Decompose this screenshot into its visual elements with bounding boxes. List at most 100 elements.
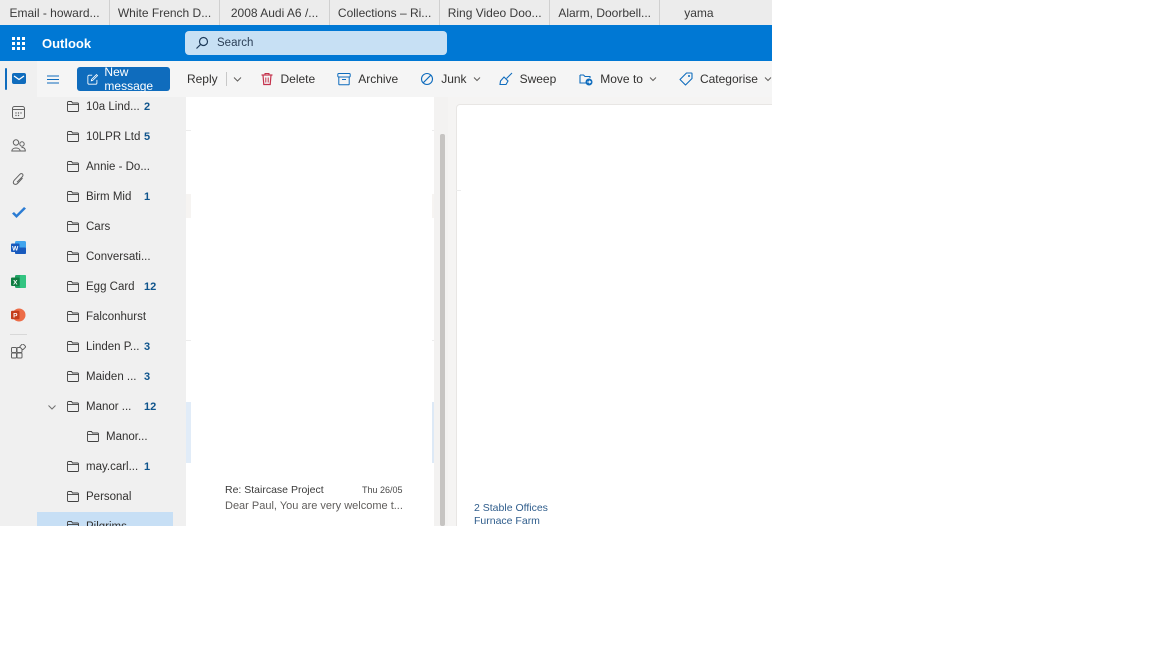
folder-icon (67, 161, 79, 172)
folder-item[interactable]: Conversati... (37, 242, 173, 272)
waffle-icon (11, 36, 25, 50)
message-body: 2 Stable Offices Furnace Farm Furnace La… (456, 104, 772, 526)
browser-tab[interactable]: yama (660, 0, 772, 25)
folder-name: Pilgrims (86, 521, 127, 526)
browser-tab[interactable]: Alarm, Doorbell... (550, 0, 661, 25)
sweep-button[interactable]: Sweep (498, 67, 557, 91)
folder-item[interactable]: Personal (37, 482, 173, 512)
folder-item[interactable]: 10LPR Ltd 5 (37, 122, 173, 152)
rail-mail[interactable] (0, 64, 37, 92)
svg-text:X: X (13, 279, 18, 286)
divider (186, 340, 191, 341)
junk-button[interactable]: Junk (420, 67, 480, 91)
people-icon (11, 138, 26, 151)
split-divider (225, 72, 227, 86)
folder-name: Personal (86, 491, 132, 503)
junk-label: Junk (441, 72, 467, 86)
reply-button[interactable]: Reply (187, 67, 218, 91)
folder-item[interactable]: may.carl... 1 (37, 452, 173, 482)
rail-calendar[interactable] (0, 98, 37, 126)
browser-tab-bar: Email - howard... White French D... 2008… (0, 0, 772, 26)
folder-item[interactable]: Annie - Do... (37, 152, 173, 182)
browser-tab[interactable]: 2008 Audi A6 /... (220, 0, 331, 25)
broom-icon (498, 72, 512, 86)
archive-label: Archive (358, 72, 399, 86)
unread-count: 2 (144, 101, 151, 113)
scrollbar-thumb[interactable] (440, 134, 445, 526)
folder-icon (87, 431, 99, 442)
app-header: Outlook Search (0, 25, 772, 61)
folder-icon (67, 371, 79, 382)
delete-label: Delete (280, 72, 316, 86)
chevron-down-icon (473, 77, 480, 82)
folder-icon (67, 191, 79, 202)
sweep-label: Sweep (519, 72, 557, 86)
folder-name: Manor ... (86, 401, 132, 413)
message-list-item[interactable]: Re: Staircase Project Thu 26/05 Dear Pau… (186, 481, 432, 521)
folder-name: 10a Lind... (86, 101, 140, 113)
app-rail: W X P (0, 61, 38, 526)
folder-name: Manor... (106, 431, 148, 443)
folder-item[interactable]: Cars (37, 212, 173, 242)
rail-files[interactable] (0, 165, 37, 193)
divider (186, 130, 191, 131)
message-list: Re: Staircase Project Thu 26/05 Dear Pau… (186, 97, 448, 526)
reading-pane: 2 Stable Offices Furnace Farm Furnace La… (448, 97, 772, 526)
folder-icon (67, 521, 79, 526)
rail-todo[interactable] (0, 199, 37, 227)
chevron-down-icon (764, 77, 772, 82)
folder-icon (67, 461, 79, 472)
rail-powerpoint[interactable]: P (0, 301, 37, 329)
folder-pane: 10a Lind... 2 10LPR Ltd 5 Annie - Do... Birm … (37, 97, 186, 526)
browser-tab[interactable]: White French D... (110, 0, 221, 25)
command-bar: New message Reply Delete Archive Junk Sw… (37, 61, 772, 97)
folder-item[interactable]: Pilgrims (37, 512, 173, 526)
browser-tab[interactable]: Ring Video Doo... (440, 0, 551, 25)
unread-count: 3 (144, 341, 151, 353)
new-message-button[interactable]: New message (77, 65, 170, 93)
move-to-button[interactable]: Move to (579, 67, 657, 91)
archive-button[interactable]: Archive (337, 67, 398, 91)
folder-item[interactable]: Manor ... 12 (37, 392, 173, 422)
reply-options-dropdown[interactable] (233, 67, 242, 91)
delete-button[interactable]: Delete (260, 67, 316, 91)
rail-people[interactable] (0, 131, 37, 159)
search-box[interactable]: Search (185, 31, 447, 55)
chevron-down-icon (649, 77, 657, 82)
unread-count: 5 (144, 131, 151, 143)
message-subject: Re: Staircase Project (225, 484, 324, 496)
folder-item[interactable]: Maiden ... 3 (37, 362, 173, 392)
selected-item-indicator (186, 402, 191, 463)
block-icon (421, 72, 434, 86)
folder-item[interactable]: Egg Card 12 (37, 272, 173, 302)
unread-count: 1 (144, 461, 151, 473)
trash-icon (261, 73, 272, 86)
address-block: 2 Stable Offices Furnace Farm Furnace La… (474, 502, 548, 526)
address-line: 2 Stable Offices (474, 502, 548, 514)
browser-tab[interactable]: Collections – Ri... (330, 0, 441, 25)
categorise-button[interactable]: Categorise (679, 67, 772, 91)
app-title[interactable]: Outlook (42, 36, 185, 51)
folder-item[interactable]: 10a Lind... 2 (37, 97, 173, 122)
categorise-label: Categorise (699, 72, 758, 86)
folder-item[interactable]: Birm Mid 1 (37, 182, 173, 212)
app-launcher-button[interactable] (0, 25, 36, 61)
folder-item[interactable]: Manor... (37, 422, 173, 452)
rail-word[interactable]: W (0, 233, 37, 261)
folder-item[interactable]: Linden P... 3 (37, 332, 173, 362)
folder-name: Annie - Do... (86, 161, 150, 173)
unread-count: 12 (144, 281, 157, 293)
rail-excel[interactable]: X (0, 267, 37, 295)
divider (186, 194, 191, 218)
folder-name: may.carl... (86, 461, 139, 473)
browser-tab[interactable]: Email - howard... (0, 0, 111, 25)
chevron-down-icon[interactable] (48, 403, 56, 411)
search-icon (196, 36, 209, 49)
hamburger-icon (46, 75, 59, 83)
folder-icon (67, 251, 79, 262)
rail-more-apps[interactable] (0, 337, 37, 365)
toggle-folder-pane-button[interactable] (37, 61, 68, 97)
address-line: Furnace Farm (474, 515, 540, 526)
move-folder-icon (579, 74, 593, 86)
folder-item[interactable]: Falconhurst (37, 302, 173, 332)
